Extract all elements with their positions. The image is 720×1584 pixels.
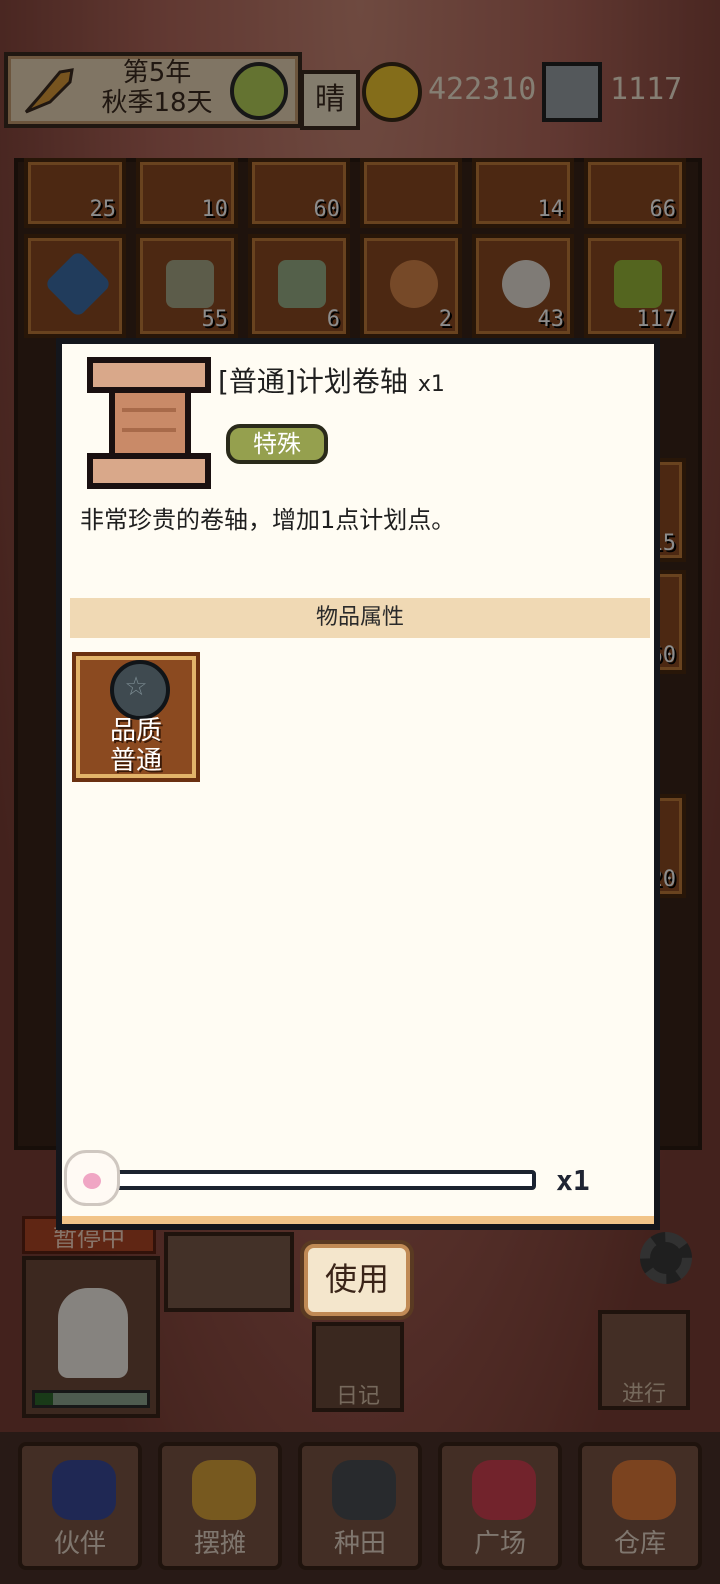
- scroll-icon: [87, 357, 211, 489]
- quality-card: ☆ 品质 普通: [72, 652, 200, 782]
- item-description: 非常珍贵的卷轴，增加1点计划点。: [80, 506, 456, 534]
- paw-slider-handle[interactable]: [64, 1150, 120, 1206]
- slider-quantity-value: x1: [556, 1164, 590, 1197]
- use-button[interactable]: 使用: [304, 1244, 410, 1316]
- dialog-footer-line: [62, 1216, 654, 1224]
- item-type-badge: 特殊: [226, 424, 328, 464]
- quality-label: 品质: [109, 716, 162, 746]
- quality-text: 品质 普通: [76, 716, 196, 776]
- item-title: [普通]计划卷轴 x1: [218, 360, 445, 400]
- item-detail-dialog: [普通]计划卷轴 x1 特殊 非常珍贵的卷轴，增加1点计划点。 物品属性 ☆ 品质…: [56, 338, 660, 1230]
- item-quantity: x1: [417, 372, 445, 397]
- item-name: [普通]计划卷轴: [218, 365, 408, 398]
- quality-value: 普通: [109, 746, 162, 776]
- properties-header: 物品属性: [70, 598, 650, 638]
- quantity-slider[interactable]: [110, 1170, 536, 1190]
- star-icon: ☆: [124, 672, 148, 702]
